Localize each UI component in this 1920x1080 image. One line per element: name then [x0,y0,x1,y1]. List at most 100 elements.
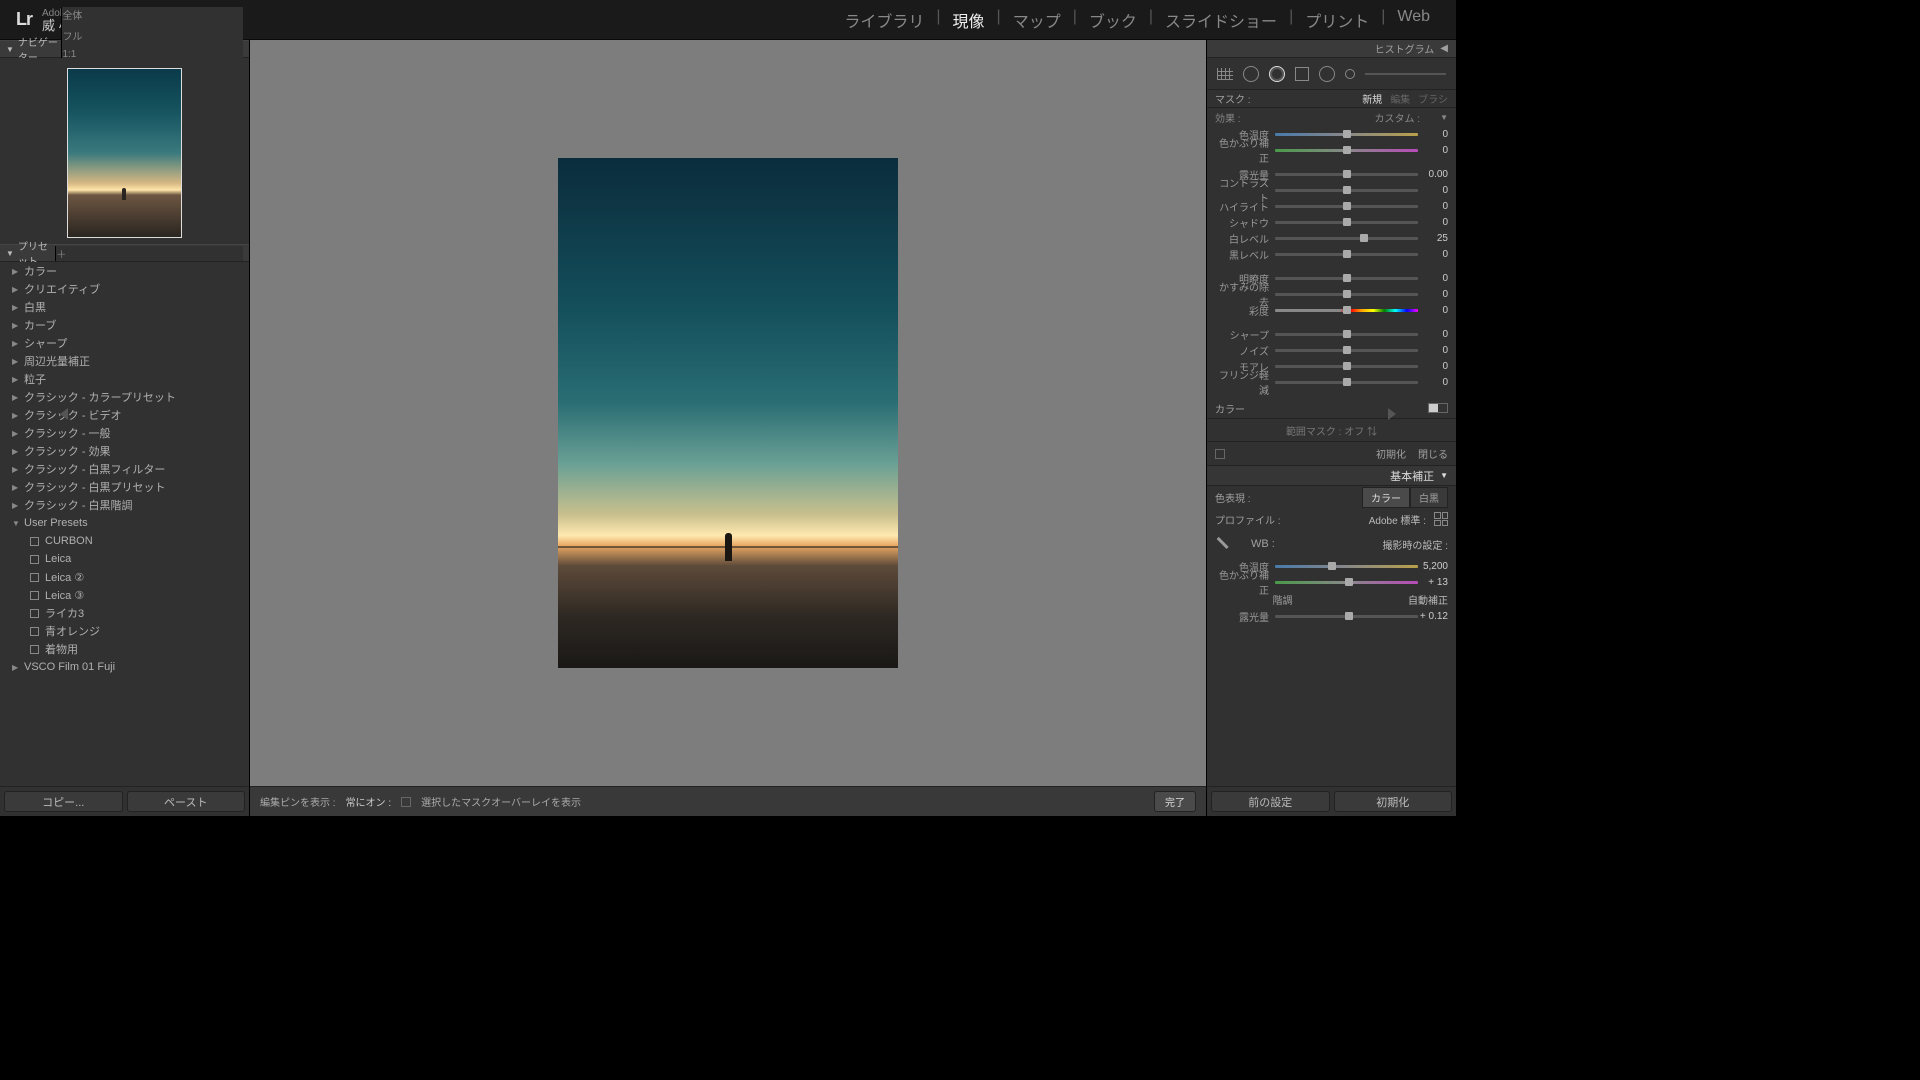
slider-knob[interactable] [1343,130,1351,138]
slider-シャープ[interactable]: シャープ0 [1207,326,1456,342]
nav-size-全体[interactable]: 全体 [62,7,243,22]
slider-knob[interactable] [1345,578,1353,586]
slider-フリンジ軽減[interactable]: フリンジ軽減0 [1207,374,1456,390]
slider-knob[interactable] [1343,218,1351,226]
mask-tab-新規[interactable]: 新規 [1362,91,1382,106]
treatment-白黒[interactable]: 白黒 [1410,487,1448,508]
preset-group[interactable]: ▶クラシック - 効果 [0,442,249,460]
effect-row[interactable]: 効果 : カスタム : ▼ [1207,108,1456,126]
mask-close-button[interactable]: 閉じる [1418,446,1448,461]
done-button[interactable]: 完了 [1154,791,1196,812]
mask-tab-編集[interactable]: 編集 [1390,91,1410,106]
auto-tone-button[interactable]: 自動補正 [1408,592,1448,607]
slider-knob[interactable] [1343,346,1351,354]
slider-knob[interactable] [1343,186,1351,194]
slider-knob[interactable] [1343,202,1351,210]
preset-group[interactable]: ▶白黒 [0,298,249,316]
module-ライブラリ[interactable]: ライブラリ [834,8,934,32]
preset-group-user[interactable]: ▼User Presets [0,514,249,532]
nav-size-フル[interactable]: フル [62,28,243,43]
slider-コントラスト[interactable]: コントラスト0 [1207,182,1456,198]
treatment-カラー[interactable]: カラー [1362,487,1410,508]
slider-knob[interactable] [1343,274,1351,282]
navigator-header[interactable]: ▼ ナビゲーター 全体フル1:11:2▾ [0,40,249,58]
overlay-checkbox[interactable] [401,797,411,807]
preset-group[interactable]: ▶クリエイティブ [0,280,249,298]
paste-button[interactable]: ペースト [127,791,246,812]
slider-knob[interactable] [1343,290,1351,298]
module-マップ[interactable]: マップ [1003,8,1071,32]
histogram-header[interactable]: ヒストグラム ◀ [1207,40,1456,58]
profile-browser-icon[interactable] [1434,512,1448,526]
preset-item[interactable]: Leica ③ [0,586,249,604]
preset-group[interactable]: ▶シャープ [0,334,249,352]
module-ブック[interactable]: ブック [1079,8,1147,32]
preset-group[interactable]: ▶周辺光量補正 [0,352,249,370]
navigator-preview[interactable] [0,58,249,244]
range-mask-row[interactable]: 範囲マスク : オフ ⇅ [1207,418,1456,442]
eyedropper-icon[interactable] [1212,533,1235,556]
module-スライドショー[interactable]: スライドショー [1155,8,1287,32]
wb-value[interactable]: 撮影時の設定 : [1382,537,1448,552]
preset-item[interactable]: Leica [0,550,249,568]
add-preset-icon[interactable]: ＋ [56,246,243,261]
copy-button[interactable]: コピー... [4,791,123,812]
spot-tool-icon[interactable] [1243,66,1259,82]
preset-group[interactable]: ▶クラシック - 白黒フィルター [0,460,249,478]
preset-item[interactable]: 青オレンジ [0,622,249,640]
slider-knob[interactable] [1343,250,1351,258]
slider-白レベル[interactable]: 白レベル25 [1207,230,1456,246]
slider-knob[interactable] [1345,612,1353,620]
slider-色かぶり補正[interactable]: 色かぶり補正0 [1207,142,1456,158]
preset-group[interactable]: ▶クラシック - 白黒階調 [0,496,249,514]
preset-group[interactable]: ▶カラー [0,262,249,280]
previous-settings-button[interactable]: 前の設定 [1211,791,1330,812]
slider-かすみの除去[interactable]: かすみの除去0 [1207,286,1456,302]
left-collapse-icon[interactable] [60,408,68,420]
preset-group[interactable]: ▶粒子 [0,370,249,388]
effect-value[interactable]: カスタム : [1375,110,1421,125]
slider-シャドウ[interactable]: シャドウ0 [1207,214,1456,230]
preset-group[interactable]: ▶クラシック - ビデオ [0,406,249,424]
crop-tool-icon[interactable] [1217,68,1233,80]
module-Web[interactable]: Web [1387,8,1440,32]
tool-size-slider[interactable] [1365,73,1446,75]
preset-group[interactable]: ▶クラシック - 白黒プリセット [0,478,249,496]
slider-knob[interactable] [1343,378,1351,386]
pin-value[interactable]: 常にオン : [346,794,392,809]
slider-彩度[interactable]: 彩度0 [1207,302,1456,318]
module-プリント[interactable]: プリント [1295,8,1379,32]
preset-group[interactable]: ▶VSCO Film 01 Fuji [0,658,249,676]
slider-knob[interactable] [1343,306,1351,314]
slider-knob[interactable] [1343,362,1351,370]
slider-knob[interactable] [1328,562,1336,570]
preset-item[interactable]: 着物用 [0,640,249,658]
module-現像[interactable]: 現像 [943,8,995,32]
slider-ノイズ[interactable]: ノイズ0 [1207,342,1456,358]
slider-knob[interactable] [1343,170,1351,178]
preset-group[interactable]: ▶カーブ [0,316,249,334]
color-swatch-icon[interactable] [1428,403,1448,413]
presets-header[interactable]: ▼ プリセット ＋ [0,244,249,262]
preset-item[interactable]: ライカ3 [0,604,249,622]
slider-露光量[interactable]: 露光量+ 0.12 [1207,608,1456,624]
brush-tool-icon[interactable] [1345,69,1355,79]
slider-knob[interactable] [1343,330,1351,338]
radial-tool-icon[interactable] [1319,66,1335,82]
slider-黒レベル[interactable]: 黒レベル0 [1207,246,1456,262]
redeye-tool-icon[interactable] [1269,66,1285,82]
mask-toggle-checkbox[interactable] [1215,449,1225,459]
basic-section-header[interactable]: 基本補正 ▼ [1207,466,1456,486]
preset-group[interactable]: ▶クラシック - カラープリセット [0,388,249,406]
slider-knob[interactable] [1343,146,1351,154]
mask-tab-ブラシ[interactable]: ブラシ [1418,91,1448,106]
right-collapse-icon[interactable] [1388,408,1396,420]
profile-value[interactable]: Adobe 標準 : [1369,512,1426,527]
color-row[interactable]: カラー [1207,398,1456,418]
slider-色かぶり補正[interactable]: 色かぶり補正+ 13 [1207,574,1456,590]
canvas-area[interactable] [250,40,1206,786]
preset-group[interactable]: ▶クラシック - 一般 [0,424,249,442]
slider-ハイライト[interactable]: ハイライト0 [1207,198,1456,214]
gradient-tool-icon[interactable] [1295,67,1309,81]
preset-item[interactable]: Leica ② [0,568,249,586]
